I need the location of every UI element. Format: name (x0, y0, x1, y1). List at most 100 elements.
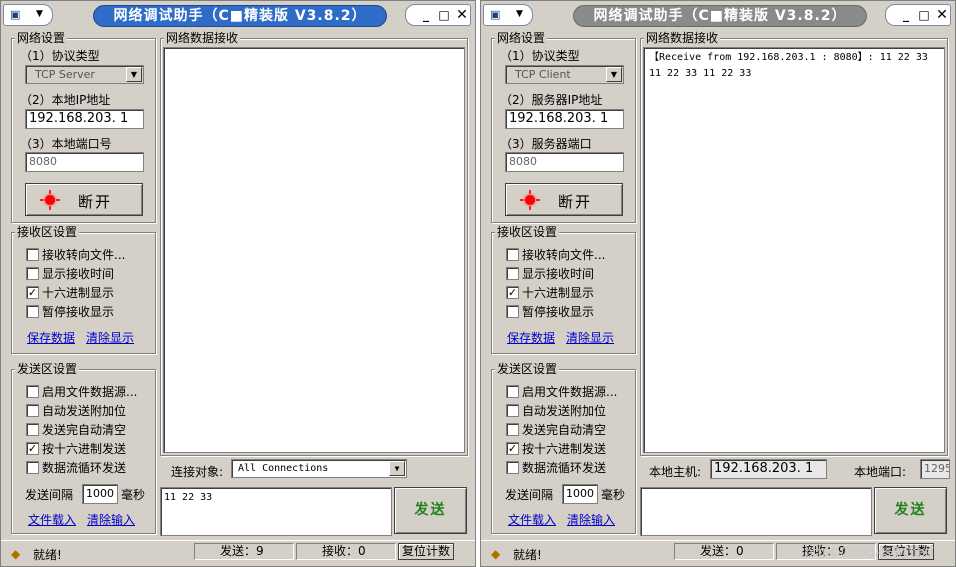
target-value: All Connections (238, 463, 329, 474)
local-host-field: 192.168.203. 1 (710, 459, 827, 479)
receive-textarea[interactable]: 【Receive from 192.168.203.1 : 8080】: 11 … (643, 47, 945, 453)
status-led-icon (40, 190, 60, 210)
recv-option-checkbox[interactable] (26, 248, 39, 261)
send-option-checkbox[interactable] (506, 385, 519, 398)
send-textarea[interactable] (640, 487, 872, 536)
save-data-link[interactable]: 保存数据 (27, 329, 75, 346)
file-load-link[interactable]: 文件载入 (508, 511, 556, 528)
send-option-checkbox[interactable] (26, 461, 39, 474)
interval-input[interactable]: 1000 (82, 484, 118, 504)
port-label: （3）本地端口号 (20, 137, 112, 151)
interval-label: 发送间隔 (505, 488, 554, 502)
send-button[interactable]: 发送 (874, 487, 947, 534)
maximize-icon[interactable]: □ (436, 7, 452, 23)
local-port-label: 本地端口: (854, 465, 907, 479)
chevron-down-icon[interactable]: ▼ (606, 67, 622, 82)
send-option-checkbox[interactable]: ✓ (26, 442, 39, 455)
receive-textarea[interactable] (163, 47, 465, 453)
recv-option-checkbox[interactable] (506, 248, 519, 261)
client-window: ▣ ▼ 网络调试助手（C■精装版 V3.8.2） _ □ ✕ 网络设置 （1）协… (480, 0, 956, 567)
network-settings-group: 网络设置 （1）协议类型 TCP Client ▼ （2）服务器IP地址 192… (491, 30, 636, 223)
send-settings-group: 发送区设置 启用文件数据源... 自动发送附加位 发送完自动清空 ✓ 按十六进制… (11, 361, 156, 534)
protocol-select[interactable]: TCP Server ▼ (25, 65, 144, 84)
target-select[interactable]: All Connections ▼ (231, 459, 407, 478)
maximize-icon[interactable]: □ (916, 7, 932, 23)
title-bar[interactable]: ▣ ▼ 网络调试助手（C■精装版 V3.8.2） _ □ ✕ (481, 1, 955, 31)
recv-option-checkbox[interactable]: ✓ (26, 286, 39, 299)
recv-option-checkbox[interactable] (506, 267, 519, 280)
network-settings-group: 网络设置 （1）协议类型 TCP Server ▼ （2）本地IP地址 192.… (11, 30, 156, 223)
interval-input[interactable]: 1000 (562, 484, 598, 504)
send-textarea[interactable]: 11 22 33 (160, 487, 392, 536)
close-icon[interactable]: ✕ (454, 7, 470, 23)
window-controls: _ □ ✕ (405, 4, 471, 26)
close-icon[interactable]: ✕ (934, 7, 950, 23)
send-option-checkbox[interactable] (506, 423, 519, 436)
recv-option-checkbox[interactable] (506, 305, 519, 318)
local-port-field: 12956 (920, 459, 950, 479)
disconnect-label: 断开 (558, 193, 593, 211)
system-menu-button[interactable]: ▣ ▼ (3, 4, 53, 26)
minimize-icon[interactable]: _ (418, 7, 434, 23)
send-button[interactable]: 发送 (394, 487, 467, 534)
window-title: 网络调试助手（C■精装版 V3.8.2） (573, 5, 867, 27)
disconnect-button[interactable]: 断开 (25, 183, 143, 216)
send-option-checkbox[interactable]: ✓ (506, 442, 519, 455)
recv-option-checkbox[interactable] (26, 267, 39, 280)
file-load-link[interactable]: 文件载入 (28, 511, 76, 528)
status-ready: 就绪! (513, 548, 542, 562)
send-option-label: 自动发送附加位 (42, 404, 127, 418)
protocol-select[interactable]: TCP Client ▼ (505, 65, 624, 84)
recv-option-label: 接收转向文件... (522, 248, 606, 262)
system-menu-button[interactable]: ▣ ▼ (483, 4, 533, 26)
received-count: 接收：0 (296, 543, 396, 560)
disconnect-button[interactable]: 断开 (505, 183, 623, 216)
interval-unit: 毫秒 (121, 488, 146, 502)
clear-input-link[interactable]: 清除输入 (87, 511, 135, 528)
protocol-label: （1）协议类型 (500, 49, 580, 63)
send-option-label: 启用文件数据源... (522, 385, 618, 399)
send-option-checkbox[interactable] (26, 385, 39, 398)
group-title: 发送区设置 (15, 361, 80, 377)
chevron-down-icon[interactable]: ▼ (126, 67, 142, 82)
server-port-input[interactable]: 8080 (505, 152, 624, 172)
local-host-label: 本地主机: (649, 465, 702, 479)
watermark-text: https://blog.csdn.net/... (805, 545, 945, 559)
chevron-down-icon: ▼ (36, 9, 43, 19)
server-ip-input[interactable]: 192.168.203. 1 (505, 109, 624, 129)
recv-option-checkbox[interactable] (26, 305, 39, 318)
network-app-icon: ▣ (490, 8, 501, 21)
group-title: 接收区设置 (15, 224, 80, 240)
send-option-checkbox[interactable] (506, 404, 519, 417)
interval-label: 发送间隔 (25, 488, 74, 502)
recv-option-checkbox[interactable]: ✓ (506, 286, 519, 299)
clear-input-link[interactable]: 清除输入 (567, 511, 615, 528)
group-title: 发送区设置 (495, 361, 560, 377)
minimize-icon[interactable]: _ (898, 7, 914, 23)
ip-input[interactable]: 192.168.203. 1 (25, 109, 144, 129)
send-option-label: 发送完自动清空 (42, 423, 127, 437)
network-receive-group: 网络数据接收 (160, 30, 468, 456)
sent-count: 发送：9 (194, 543, 294, 560)
group-title: 网络设置 (15, 30, 68, 46)
clear-display-link[interactable]: 清除显示 (86, 329, 134, 346)
save-data-link[interactable]: 保存数据 (507, 329, 555, 346)
reset-count-button[interactable]: 复位计数 (398, 543, 454, 560)
send-option-checkbox[interactable] (26, 423, 39, 436)
clear-display-link[interactable]: 清除显示 (566, 329, 614, 346)
server-port-label: （3）服务器端口 (500, 137, 592, 151)
receive-settings-group: 接收区设置 接收转向文件... 显示接收时间 ✓ 十六进制显示 暂停接收显示 保… (11, 224, 156, 354)
server-window: ▣ ▼ 网络调试助手（C■精装版 V3.8.2） _ □ ✕ 网络设置 （1）协… (0, 0, 476, 567)
port-input[interactable]: 8080 (25, 152, 144, 172)
chevron-down-icon[interactable]: ▼ (389, 461, 405, 476)
send-option-checkbox[interactable] (26, 404, 39, 417)
status-led-icon (520, 190, 540, 210)
send-option-checkbox[interactable] (506, 461, 519, 474)
send-option-label: 发送完自动清空 (522, 423, 607, 437)
ip-label: （2）本地IP地址 (20, 93, 111, 107)
recv-option-label: 显示接收时间 (522, 267, 595, 281)
recv-option-label: 十六进制显示 (42, 286, 115, 300)
title-bar[interactable]: ▣ ▼ 网络调试助手（C■精装版 V3.8.2） _ □ ✕ (1, 1, 475, 31)
window-title: 网络调试助手（C■精装版 V3.8.2） (93, 5, 387, 27)
status-icon: ◆ (11, 547, 21, 561)
